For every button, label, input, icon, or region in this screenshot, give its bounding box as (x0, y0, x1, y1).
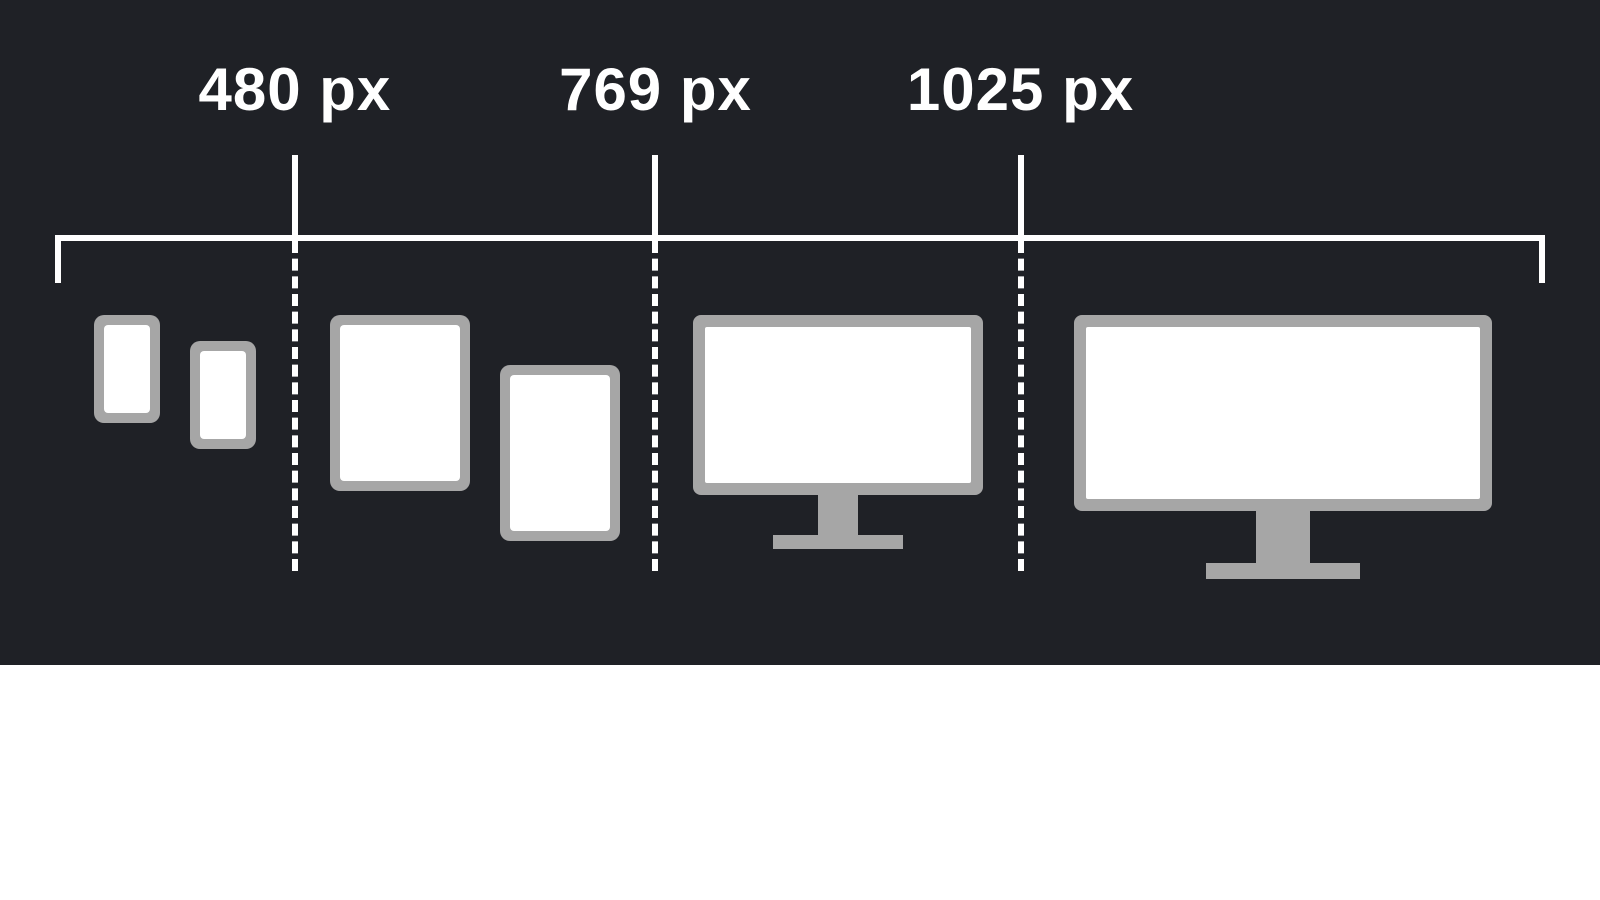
monitor-base (1206, 563, 1360, 579)
monitor-large-icon (1074, 315, 1492, 579)
breakpoint-tick (292, 155, 298, 241)
tablet-portrait-icon (500, 365, 620, 541)
device-screen (1086, 327, 1480, 499)
range-desktop-large (1021, 285, 1545, 605)
ruler-endcap-left (55, 235, 61, 283)
breakpoint-label: 480 px (198, 55, 391, 124)
device-screen (104, 325, 150, 413)
phone-landscape-icon (190, 341, 256, 449)
ruler-line (55, 235, 1545, 241)
monitor-base (773, 535, 903, 549)
breakpoint-label: 1025 px (907, 55, 1134, 124)
device-row (55, 285, 1545, 605)
diagram-stage: 480 px 769 px 1025 px (55, 55, 1545, 605)
phone-portrait-icon (94, 315, 160, 423)
device-screen (705, 327, 971, 483)
breakpoint-tick (1018, 155, 1024, 241)
breakpoint-tick (652, 155, 658, 241)
device-screen (340, 325, 460, 481)
ruler-endcap-right (1539, 235, 1545, 283)
device-screen (510, 375, 610, 531)
tablet-landscape-icon (330, 315, 470, 491)
range-desktop-small (655, 285, 1020, 605)
monitor-small-icon (693, 315, 983, 549)
range-tablets (295, 285, 656, 605)
monitor-bezel (1074, 315, 1492, 511)
monitor-neck (1256, 511, 1310, 563)
device-screen (200, 351, 246, 439)
range-phones (55, 285, 295, 605)
monitor-neck (818, 495, 858, 535)
monitor-bezel (693, 315, 983, 495)
breakpoint-label: 769 px (559, 55, 752, 124)
diagram-panel: 480 px 769 px 1025 px (0, 0, 1600, 665)
